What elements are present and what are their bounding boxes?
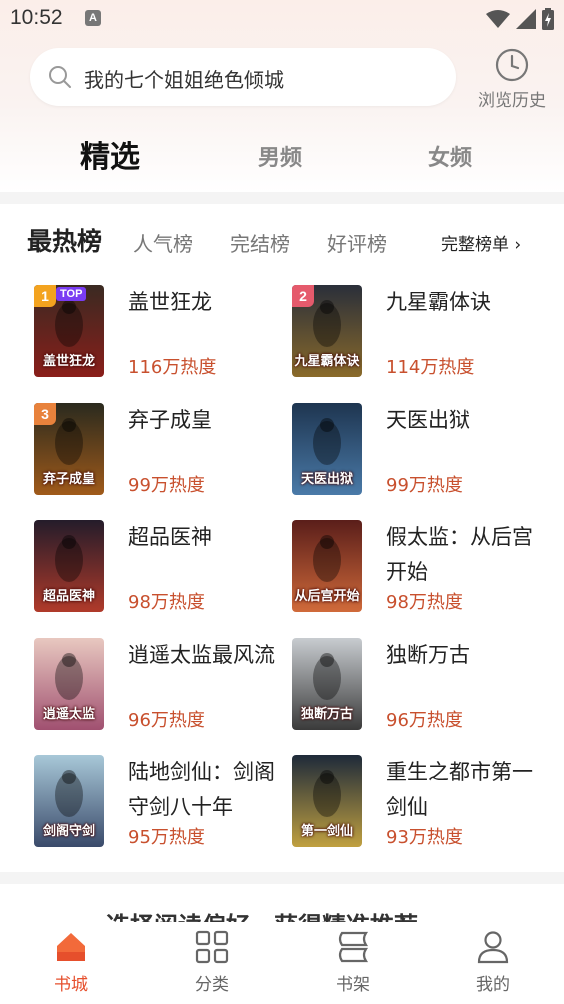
book-cover[interactable]: 从后宫开始 bbox=[292, 520, 362, 612]
book-cover[interactable]: 盖世狂龙 1 TOP bbox=[34, 285, 104, 377]
book-cover[interactable]: 九星霸体诀 2 bbox=[292, 285, 362, 377]
book-heat: 93万热度 bbox=[386, 827, 463, 848]
battery-icon bbox=[542, 8, 554, 30]
status-bar: 10:52 A bbox=[0, 0, 564, 40]
book-cover[interactable]: 弃子成皇 3 bbox=[34, 402, 104, 495]
nav-bookstore[interactable]: 书城 bbox=[31, 930, 111, 995]
ranking-tab-rated[interactable]: 好评榜 bbox=[327, 228, 387, 257]
rank-badge: 1 bbox=[34, 285, 56, 307]
cover-title: 天医出狱 bbox=[300, 471, 353, 487]
category-icon bbox=[195, 930, 229, 964]
search-icon bbox=[49, 66, 71, 88]
book-heat: 116万热度 bbox=[128, 357, 217, 378]
book-title[interactable]: 逍遥太监最风流 bbox=[128, 638, 278, 673]
cover-title: 独断万古 bbox=[300, 706, 353, 722]
rank-badge: 3 bbox=[34, 402, 56, 425]
section-divider-2 bbox=[0, 872, 564, 884]
book-item[interactable]: 超品医神 超品医神 98万热度 bbox=[34, 520, 294, 620]
wifi-icon bbox=[486, 10, 510, 28]
book-cover[interactable]: 剑阁守剑 bbox=[34, 755, 104, 847]
ranking-tab-popular[interactable]: 人气榜 bbox=[133, 228, 193, 257]
book-title[interactable]: 弃子成皇 bbox=[128, 403, 278, 438]
tab-featured[interactable]: 精选 bbox=[80, 132, 140, 176]
status-icons bbox=[486, 8, 554, 30]
cover-title: 第一剑仙 bbox=[300, 824, 353, 839]
book-cover[interactable]: 天医出狱 bbox=[292, 402, 362, 495]
book-title[interactable]: 超品医神 bbox=[128, 520, 278, 555]
ranking-header: 最热榜 人气榜 完结榜 好评榜 完整榜单 › bbox=[0, 216, 564, 266]
book-title[interactable]: 陆地剑仙：剑阁守剑八十年 bbox=[128, 755, 278, 825]
section-divider bbox=[0, 192, 564, 204]
full-ranking-link[interactable]: 完整榜单 › bbox=[441, 230, 521, 255]
clock-icon bbox=[495, 48, 529, 82]
tab-female[interactable]: 女频 bbox=[428, 140, 472, 172]
ranking-title[interactable]: 最热榜 bbox=[27, 222, 102, 258]
cover-title: 九星霸体诀 bbox=[294, 354, 360, 369]
tab-male[interactable]: 男频 bbox=[258, 140, 302, 172]
history-button[interactable]: 浏览历史 bbox=[470, 48, 554, 111]
book-cover[interactable]: 第一剑仙 bbox=[292, 755, 362, 847]
nav-label: 书架 bbox=[336, 975, 370, 995]
book-item[interactable]: 九星霸体诀 2 九星霸体诀 114万热度 bbox=[292, 285, 552, 385]
cover-title: 盖世狂龙 bbox=[42, 354, 95, 369]
nav-category[interactable]: 分类 bbox=[172, 930, 252, 995]
book-heat: 96万热度 bbox=[386, 709, 463, 731]
cover-title: 弃子成皇 bbox=[42, 471, 95, 487]
ranking-tab-completed[interactable]: 完结榜 bbox=[230, 228, 290, 257]
book-heat: 98万热度 bbox=[386, 592, 463, 613]
book-item[interactable]: 逍遥太监 逍遥太监最风流 96万热度 bbox=[34, 637, 294, 738]
cover-title: 剑阁守剑 bbox=[42, 824, 95, 839]
status-time: 10:52 bbox=[10, 6, 63, 29]
nav-bookshelf[interactable]: 书架 bbox=[313, 930, 393, 995]
book-heat: 99万热度 bbox=[386, 474, 463, 496]
book-title[interactable]: 假太监：从后宫开始 bbox=[386, 520, 536, 590]
book-item[interactable]: 从后宫开始 假太监：从后宫开始 98万热度 bbox=[292, 520, 552, 620]
chevron-right-icon: › bbox=[514, 235, 522, 255]
signal-icon bbox=[516, 9, 536, 29]
nav-label: 分类 bbox=[195, 975, 229, 995]
book-heat: 96万热度 bbox=[128, 709, 205, 731]
book-cover[interactable]: 超品医神 bbox=[34, 520, 104, 612]
book-item[interactable]: 剑阁守剑 陆地剑仙：剑阁守剑八十年 95万热度 bbox=[34, 755, 294, 855]
book-title[interactable]: 重生之都市第一剑仙 bbox=[386, 755, 536, 825]
book-item[interactable]: 独断万古 独断万古 96万热度 bbox=[292, 637, 552, 738]
book-heat: 99万热度 bbox=[128, 474, 205, 496]
book-item[interactable]: 盖世狂龙 1 TOP 盖世狂龙 116万热度 bbox=[34, 285, 294, 385]
history-label: 浏览历史 bbox=[478, 91, 546, 111]
rank-badge: 2 bbox=[292, 285, 314, 307]
book-title[interactable]: 盖世狂龙 bbox=[128, 285, 278, 320]
book-heat: 98万热度 bbox=[128, 592, 205, 613]
book-cover[interactable]: 逍遥太监 bbox=[34, 637, 104, 730]
book-title[interactable]: 天医出狱 bbox=[386, 403, 536, 438]
cover-title: 从后宫开始 bbox=[294, 589, 360, 604]
nav-label: 书城 bbox=[54, 975, 88, 995]
book-heat: 114万热度 bbox=[386, 357, 475, 378]
channel-tabs: 精选 男频 女频 bbox=[0, 126, 564, 186]
bottom-nav: 书城 分类 书架 我的 bbox=[0, 922, 564, 1004]
top-tag: TOP bbox=[56, 287, 87, 301]
book-item[interactable]: 天医出狱 天医出狱 99万热度 bbox=[292, 402, 552, 503]
nav-label: 我的 bbox=[476, 975, 510, 995]
notification-icon: A bbox=[85, 10, 101, 26]
search-bar[interactable]: 我的七个姐姐绝色倾城 bbox=[30, 48, 456, 106]
book-title[interactable]: 独断万古 bbox=[386, 638, 536, 673]
book-title[interactable]: 九星霸体诀 bbox=[386, 285, 536, 320]
profile-icon bbox=[477, 931, 509, 964]
book-cover[interactable]: 独断万古 bbox=[292, 637, 362, 730]
home-icon bbox=[57, 933, 85, 961]
nav-profile[interactable]: 我的 bbox=[453, 930, 533, 995]
book-heat: 95万热度 bbox=[128, 827, 205, 848]
search-placeholder: 我的七个姐姐绝色倾城 bbox=[84, 68, 284, 92]
cover-title: 超品医神 bbox=[42, 589, 95, 604]
cover-title: 逍遥太监 bbox=[42, 706, 95, 722]
full-ranking-label: 完整榜单 bbox=[441, 235, 509, 255]
book-item[interactable]: 第一剑仙 重生之都市第一剑仙 93万热度 bbox=[292, 755, 552, 855]
book-item[interactable]: 弃子成皇 3 弃子成皇 99万热度 bbox=[34, 402, 294, 503]
bookshelf-icon bbox=[338, 931, 369, 963]
